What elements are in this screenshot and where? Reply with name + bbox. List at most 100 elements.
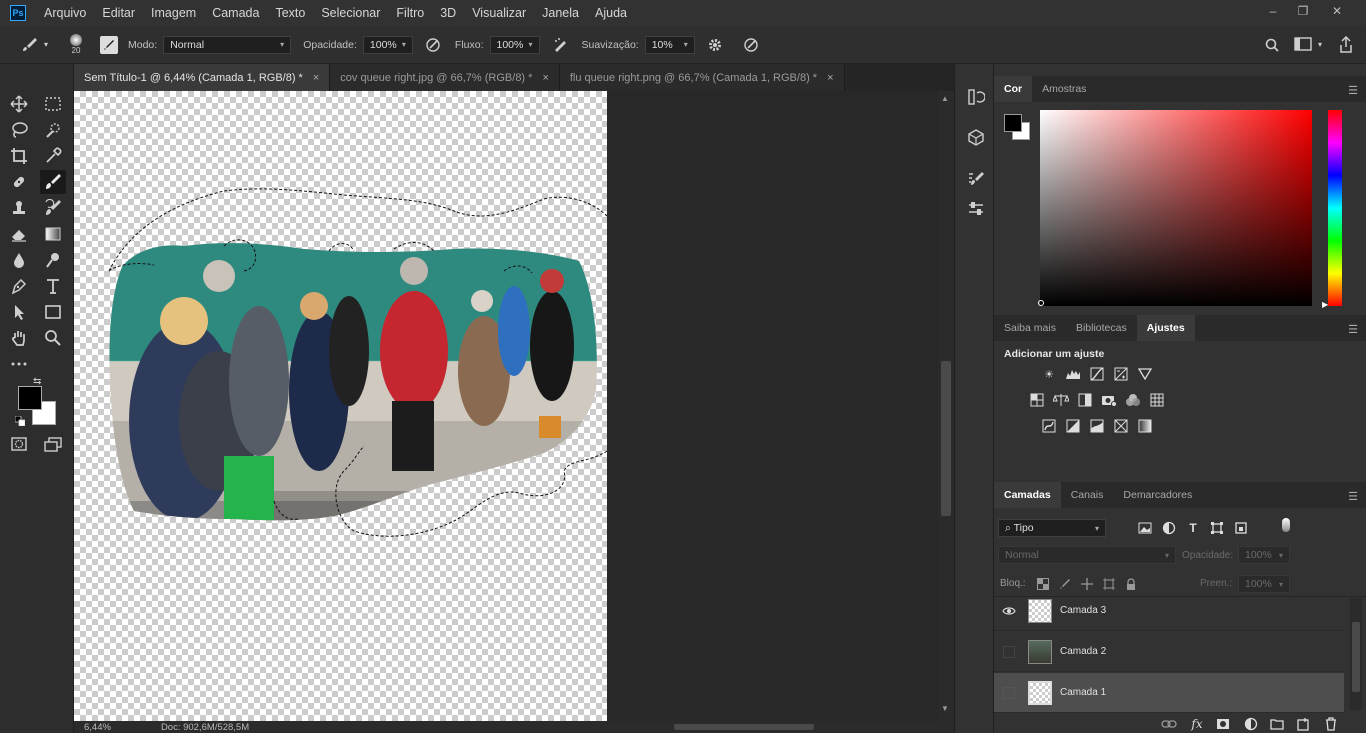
menu-filtro[interactable]: Filtro	[388, 0, 432, 26]
new-adjustment-icon[interactable]	[1242, 716, 1260, 732]
chevron-down-icon[interactable]: ▾	[40, 40, 52, 49]
filter-smart-object-icon[interactable]	[1232, 520, 1250, 536]
brush-settings-icon[interactable]	[967, 170, 985, 191]
close-icon[interactable]: ×	[313, 72, 319, 84]
marquee-tool-icon[interactable]	[40, 92, 66, 116]
menu-3d[interactable]: 3D	[432, 0, 464, 26]
zoom-tool-icon[interactable]	[40, 326, 66, 350]
visibility-toggle[interactable]	[994, 686, 1024, 699]
gradient-map-icon[interactable]	[1136, 418, 1154, 434]
layer-row-camada-1[interactable]: Camada 1	[994, 673, 1344, 713]
lock-transparent-icon[interactable]	[1034, 576, 1052, 592]
tab-demarcadores[interactable]: Demarcadores	[1113, 482, 1202, 508]
clone-stamp-tool-icon[interactable]	[6, 196, 32, 220]
type-tool-icon[interactable]	[40, 274, 66, 298]
search-icon[interactable]	[1264, 37, 1280, 53]
menu-ajuda[interactable]: Ajuda	[587, 0, 635, 26]
workspace-icon[interactable]	[1294, 37, 1312, 51]
tab-bibliotecas[interactable]: Bibliotecas	[1066, 315, 1137, 341]
filter-pixel-icon[interactable]	[1136, 520, 1154, 536]
smoothing-input[interactable]: 10% ▾	[644, 35, 695, 54]
tab-saiba-mais[interactable]: Saiba mais	[994, 315, 1066, 341]
share-icon[interactable]	[1338, 36, 1354, 54]
screen-mode-icon[interactable]	[40, 432, 66, 456]
add-mask-icon[interactable]	[1214, 716, 1232, 732]
filter-adjustment-icon[interactable]	[1160, 520, 1178, 536]
properties-sliders-icon[interactable]	[967, 200, 985, 221]
invert-icon[interactable]	[1040, 418, 1058, 434]
blend-mode-select[interactable]: Normal ▾	[998, 546, 1176, 564]
menu-imagem[interactable]: Imagem	[143, 0, 204, 26]
tab-canais[interactable]: Canais	[1061, 482, 1114, 508]
menu-editar[interactable]: Editar	[94, 0, 143, 26]
panel-menu-icon[interactable]: ☰	[1348, 490, 1358, 503]
scroll-down-icon[interactable]: ▼	[941, 704, 949, 713]
tab-cov-queue-right[interactable]: cov queue right.jpg @ 66,7% (RGB/8) * ×	[330, 64, 560, 91]
layers-scrollbar[interactable]	[1350, 598, 1362, 710]
trash-icon[interactable]	[1322, 716, 1340, 732]
lasso-tool-icon[interactable]	[6, 118, 32, 142]
hand-tool-icon[interactable]	[6, 326, 32, 350]
quick-selection-tool-icon[interactable]	[40, 118, 66, 142]
restore-button[interactable]: ❐	[1288, 0, 1318, 22]
new-layer-icon[interactable]	[1294, 716, 1312, 732]
menu-camada[interactable]: Camada	[204, 0, 267, 26]
panel-menu-icon[interactable]: ☰	[1348, 323, 1358, 336]
blur-tool-icon[interactable]	[6, 248, 32, 272]
color-balance-icon[interactable]	[1052, 392, 1070, 408]
minimize-button[interactable]: –	[1258, 0, 1288, 22]
lock-artboard-icon[interactable]	[1100, 576, 1118, 592]
healing-brush-tool-icon[interactable]	[6, 170, 32, 194]
new-group-icon[interactable]	[1268, 716, 1286, 732]
canvas-area[interactable]	[74, 91, 938, 721]
hue-slider[interactable]	[1328, 110, 1342, 306]
exposure-icon[interactable]	[1112, 366, 1130, 382]
flow-input[interactable]: 100% ▾	[489, 35, 540, 54]
horizontal-scroll-thumb[interactable]	[674, 724, 814, 730]
tab-ajustes[interactable]: Ajustes	[1136, 315, 1195, 341]
path-selection-tool-icon[interactable]	[6, 300, 32, 324]
threshold-icon[interactable]	[1088, 418, 1106, 434]
more-tools-icon[interactable]	[6, 352, 32, 376]
link-layers-icon[interactable]	[1160, 716, 1178, 732]
color-lookup-icon[interactable]	[1148, 392, 1166, 408]
close-window-button[interactable]: ✕	[1322, 0, 1352, 22]
hue-slider-handle-icon[interactable]: ▶	[1322, 300, 1328, 309]
close-icon[interactable]: ×	[542, 72, 548, 84]
zoom-level[interactable]: 6,44%	[84, 722, 111, 733]
color-picker-marker[interactable]	[1038, 300, 1044, 306]
layer-row-camada-2[interactable]: Camada 2	[994, 632, 1344, 672]
brush-panel-toggle-icon[interactable]	[100, 35, 118, 54]
history-brush-tool-icon[interactable]	[40, 196, 66, 220]
channel-mixer-icon[interactable]	[1124, 392, 1142, 408]
pen-tool-icon[interactable]	[6, 274, 32, 298]
tab-camadas[interactable]: Camadas	[994, 482, 1061, 508]
menu-visualizar[interactable]: Visualizar	[464, 0, 534, 26]
document-canvas[interactable]	[74, 91, 607, 721]
filter-toggle-switch[interactable]	[1282, 518, 1290, 532]
layer-opacity-input[interactable]: 100% ▾	[1238, 546, 1290, 564]
opacity-input[interactable]: 100% ▾	[362, 35, 413, 54]
brush-preset-picker[interactable]: 20	[66, 34, 86, 55]
rectangle-tool-icon[interactable]	[40, 300, 66, 324]
pressure-opacity-icon[interactable]	[423, 37, 443, 53]
eye-icon[interactable]	[994, 606, 1024, 616]
menu-texto[interactable]: Texto	[267, 0, 313, 26]
move-tool-icon[interactable]	[6, 92, 32, 116]
filter-type-icon[interactable]: T	[1184, 520, 1202, 536]
vertical-scrollbar[interactable]: ▲ ▼	[938, 91, 954, 721]
eraser-tool-icon[interactable]	[6, 222, 32, 246]
black-white-icon[interactable]	[1076, 392, 1094, 408]
crop-tool-icon[interactable]	[6, 144, 32, 168]
history-icon[interactable]	[967, 88, 986, 109]
panel-menu-icon[interactable]: ☰	[1348, 84, 1358, 97]
close-icon[interactable]: ×	[827, 72, 833, 84]
curves-icon[interactable]	[1088, 366, 1106, 382]
posterize-icon[interactable]	[1064, 418, 1082, 434]
tab-cor[interactable]: Cor	[994, 76, 1033, 102]
brush-tool-icon[interactable]	[20, 37, 40, 53]
color-picker-field[interactable]	[1040, 110, 1312, 306]
layer-name[interactable]: Camada 1	[1060, 687, 1106, 698]
airbrush-icon[interactable]	[550, 37, 570, 53]
layer-filter-select[interactable]: ⌕ Tipo ▾	[998, 519, 1106, 537]
